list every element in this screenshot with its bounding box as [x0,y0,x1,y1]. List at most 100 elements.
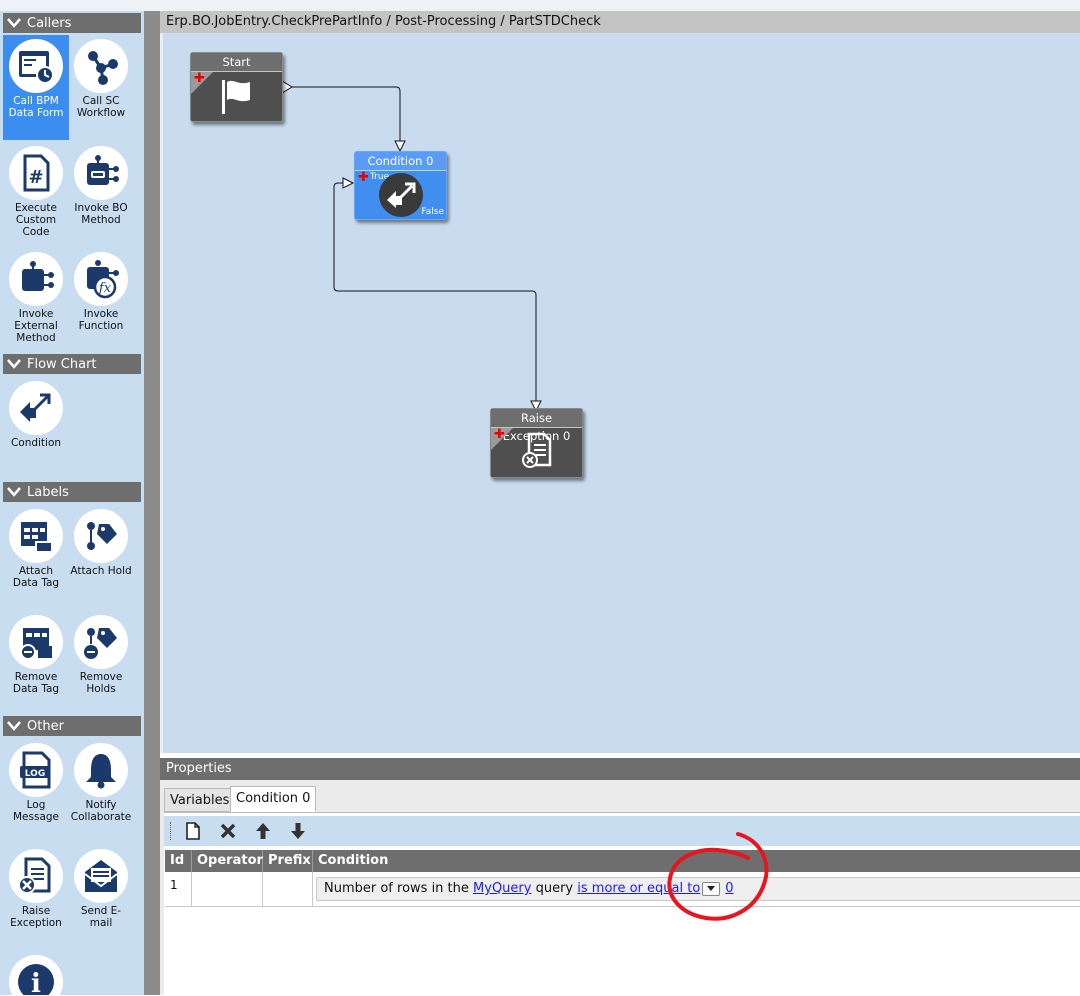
section-other-header[interactable]: Other [3,716,141,736]
tool-label: Condition [10,437,62,449]
node-start[interactable]: Start ✚ [190,52,283,122]
input-port-icon [342,177,355,189]
tool-label: Invoke Function [78,308,124,332]
tool-call-sc-workflow[interactable]: Call SC Workflow [68,35,134,140]
tool-condition[interactable]: Condition [3,377,69,467]
tool-attach-hold[interactable]: Attach Hold [68,505,134,610]
data-form-icon [9,39,63,93]
section-labels-header[interactable]: Labels [3,482,141,502]
tool-label: Call BPM Data Form [8,95,64,119]
arrow-down-icon [291,823,305,839]
condition-text: query [535,881,574,896]
workflow-canvas[interactable]: Erp.BO.JobEntry.CheckPrePartInfo / Post-… [160,11,1080,753]
grid-toolbar [164,816,1080,846]
tool-label: Execute Custom Code [15,202,57,238]
tool-label: Invoke BO Method [74,202,128,226]
toolbox-scrollbar[interactable] [144,11,160,995]
tool-invoke-function[interactable]: fx Invoke Function [68,248,134,353]
new-row-button[interactable] [180,819,206,843]
move-down-button[interactable] [285,819,311,843]
remove-data-tag-icon [9,615,63,669]
section-label: Flow Chart [27,356,97,372]
node-raise-exception[interactable]: Raise Exception 0 ✚ [490,408,583,478]
tool-info[interactable]: i [3,951,69,995]
chevron-down-icon[interactable] [702,881,721,896]
tool-label: Remove Data Tag [12,671,60,695]
properties-panel: Properties Variables Condition 0 Id Oper… [160,758,1080,996]
tab-condition-0[interactable]: Condition 0 [230,786,317,812]
move-up-button[interactable] [250,819,276,843]
arrow-head-icon [394,140,406,153]
delete-row-button[interactable] [215,819,241,843]
tool-log-message[interactable]: LOG Log Message [3,739,69,844]
condition-icon [379,173,423,217]
column-header-prefix[interactable]: Prefix [263,850,313,872]
column-header-operator[interactable]: Operator [192,850,263,872]
section-flowchart-header[interactable]: Flow Chart [3,354,141,374]
add-icon[interactable]: ✚ [358,171,369,184]
grid-header: Id Operator Prefix Condition [165,850,1080,872]
tab-variables[interactable]: Variables [164,788,236,812]
svg-text:LOG: LOG [25,769,45,779]
condition-text: Number of rows in the [324,881,469,896]
tool-label: Call SC Workflow [76,95,126,119]
tool-execute-custom-code[interactable]: # Execute Custom Code [3,142,69,247]
remove-hold-icon [74,615,128,669]
condition-tab-panel: Id Operator Prefix Condition 1 Number of… [164,812,1080,996]
chevron-down-icon [6,718,22,734]
value-link[interactable]: 0 [725,881,733,896]
tool-attach-data-tag[interactable]: Attach Data Tag [3,505,69,610]
code-file-icon: # [9,146,63,200]
tool-raise-exception[interactable]: Raise Exception [3,845,69,950]
section-label: Labels [27,484,69,500]
column-header-condition[interactable]: Condition [313,850,1080,872]
cell-id: 1 [165,872,192,906]
svg-text:#: # [28,167,43,188]
condition-icon [9,381,63,435]
column-header-id[interactable]: Id [165,850,192,872]
envelope-icon [74,849,128,903]
info-icon: i [9,955,63,995]
tool-label: Send E-mail [80,905,122,929]
data-tag-icon [9,509,63,563]
flag-icon [222,80,250,114]
query-link[interactable]: MyQuery [473,881,531,896]
chevron-down-icon [6,484,22,500]
false-port-label: False [421,207,444,217]
exception-file-icon [522,432,552,468]
section-callers-header[interactable]: Callers [3,13,141,33]
hold-tag-icon [74,509,128,563]
tool-label: Notify Collaborate [70,799,132,823]
cell-operator[interactable] [192,872,263,906]
chevron-down-icon [6,356,22,372]
exception-file-icon [9,849,63,903]
cell-condition[interactable]: Number of rows in the MyQuery query is m… [313,872,1080,906]
table-row[interactable]: 1 Number of rows in the MyQuery query is… [165,872,1080,907]
new-document-icon [186,822,200,840]
section-label: Callers [27,15,72,31]
properties-title: Properties [160,758,1080,780]
node-title: Raise Exception 0 [491,409,582,443]
add-icon[interactable]: ✚ [494,428,505,441]
tool-remove-data-tag[interactable]: Remove Data Tag [3,611,69,716]
svg-text:i: i [31,969,41,995]
add-icon[interactable]: ✚ [194,72,205,85]
output-port-icon [281,80,293,94]
tool-invoke-bo-method[interactable]: Invoke BO Method [68,142,134,247]
tool-invoke-external-method[interactable]: Invoke External Method [3,248,69,353]
node-condition[interactable]: Condition 0 ✚ True False [354,151,447,220]
tool-remove-holds[interactable]: Remove Holds [68,611,134,716]
node-title: Condition 0 [355,152,446,171]
condition-expression[interactable]: Number of rows in the MyQuery query is m… [316,877,1080,901]
tool-send-email[interactable]: Send E-mail [68,845,134,950]
connector-layer [281,80,542,413]
tool-call-bpm-data-form[interactable]: Call BPM Data Form [3,35,69,140]
comparison-operator-link[interactable]: is more or equal to [577,881,700,896]
tool-label: Remove Holds [79,671,123,695]
cell-prefix[interactable] [263,872,313,906]
tool-label: Attach Hold [70,565,132,577]
svg-text:fx: fx [98,281,112,296]
section-label: Other [27,718,64,734]
tool-notify-collaborate[interactable]: Notify Collaborate [68,739,134,844]
tool-label: Invoke External Method [14,308,58,344]
